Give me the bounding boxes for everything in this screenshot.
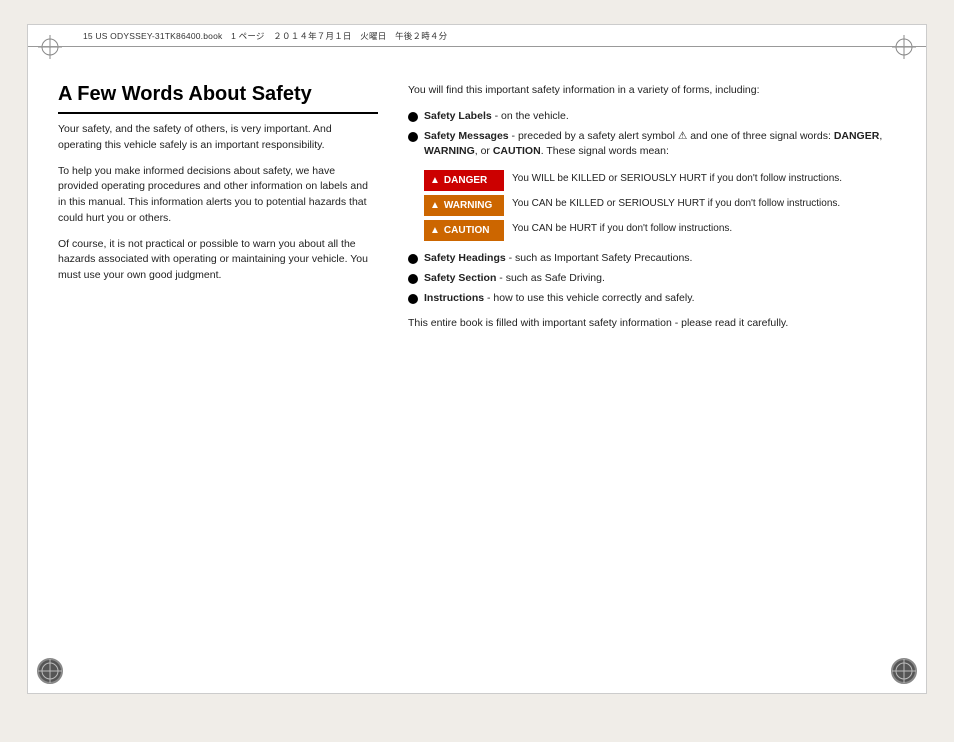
safety-section-bold: Safety Section — [424, 272, 496, 284]
caution-label-text: CAUTION — [444, 223, 490, 238]
danger-label: ▲ DANGER — [424, 170, 504, 191]
bullet-list-1: Safety Labels - on the vehicle. Safety M… — [408, 109, 896, 160]
warning-boxes: ▲ DANGER You WILL be KILLED or SERIOUSLY… — [424, 170, 896, 241]
safety-labels-bold: Safety Labels — [424, 110, 492, 122]
corner-br — [890, 657, 918, 685]
safety-section-rest: - such as Safe Driving. — [496, 272, 605, 284]
bullet-dot — [408, 112, 418, 122]
warning-label-text: WARNING — [444, 198, 492, 213]
safety-headings-rest: - such as Important Safety Precautions. — [506, 252, 693, 264]
bullet-item-instructions: Instructions - how to use this vehicle c… — [408, 291, 896, 307]
warning-text: You CAN be KILLED or SERIOUSLY HURT if y… — [512, 195, 840, 211]
warning-triangle-icon: ▲ — [430, 198, 440, 213]
warning-label-el: ▲ WARNING — [424, 195, 504, 216]
bullet-dot-4 — [408, 274, 418, 284]
danger-label-text: DANGER — [444, 173, 487, 188]
bullet-item-safety-headings: Safety Headings - such as Important Safe… — [408, 251, 896, 267]
caution-text: You CAN be HURT if you don't follow inst… — [512, 220, 732, 236]
safety-labels-rest: - on the vehicle. — [492, 110, 569, 122]
bullet-item-safety-messages: Safety Messages - preceded by a safety a… — [408, 129, 896, 161]
warning-box: ▲ WARNING You CAN be KILLED or SERIOUSLY… — [424, 195, 896, 216]
bullet-list-2: Safety Headings - such as Important Safe… — [408, 251, 896, 306]
caution-label: ▲ CAUTION — [424, 220, 504, 241]
bullet-dot-3 — [408, 254, 418, 264]
bullet-item-safety-section: Safety Section - such as Safe Driving. — [408, 271, 896, 287]
instructions-rest: - how to use this vehicle correctly and … — [484, 292, 694, 304]
page: 15 US ODYSSEY-31TK86400.book 1 ページ ２０１４年… — [27, 24, 927, 694]
instructions-bold: Instructions — [424, 292, 484, 304]
caution-box: ▲ CAUTION You CAN be HURT if you don't f… — [424, 220, 896, 241]
right-column: You will find this important safety info… — [408, 73, 896, 673]
header-bar: 15 US ODYSSEY-31TK86400.book 1 ページ ２０１４年… — [28, 25, 926, 47]
bullet-dot-5 — [408, 294, 418, 304]
bullet-item-safety-labels: Safety Labels - on the vehicle. — [408, 109, 896, 125]
content: A Few Words About Safety Your safety, an… — [58, 73, 896, 673]
danger-triangle-icon: ▲ — [430, 173, 440, 188]
left-column: A Few Words About Safety Your safety, an… — [58, 73, 378, 673]
danger-text: You WILL be KILLED or SERIOUSLY HURT if … — [512, 170, 842, 186]
safety-headings-bold: Safety Headings — [424, 252, 506, 264]
footer-text: This entire book is filled with importan… — [408, 316, 896, 332]
left-para-2: To help you make informed decisions abou… — [58, 164, 378, 227]
page-title: A Few Words About Safety — [58, 83, 378, 114]
caution-triangle-icon: ▲ — [430, 223, 440, 238]
left-para-1: Your safety, and the safety of others, i… — [58, 122, 378, 154]
header-text: 15 US ODYSSEY-31TK86400.book 1 ページ ２０１４年… — [83, 30, 447, 42]
left-para-3: Of course, it is not practical or possib… — [58, 237, 378, 284]
safety-messages-bold: Safety Messages — [424, 130, 509, 142]
danger-box: ▲ DANGER You WILL be KILLED or SERIOUSLY… — [424, 170, 896, 191]
corner-bl — [36, 657, 64, 685]
right-intro: You will find this important safety info… — [408, 83, 896, 99]
bullet-dot-2 — [408, 132, 418, 142]
